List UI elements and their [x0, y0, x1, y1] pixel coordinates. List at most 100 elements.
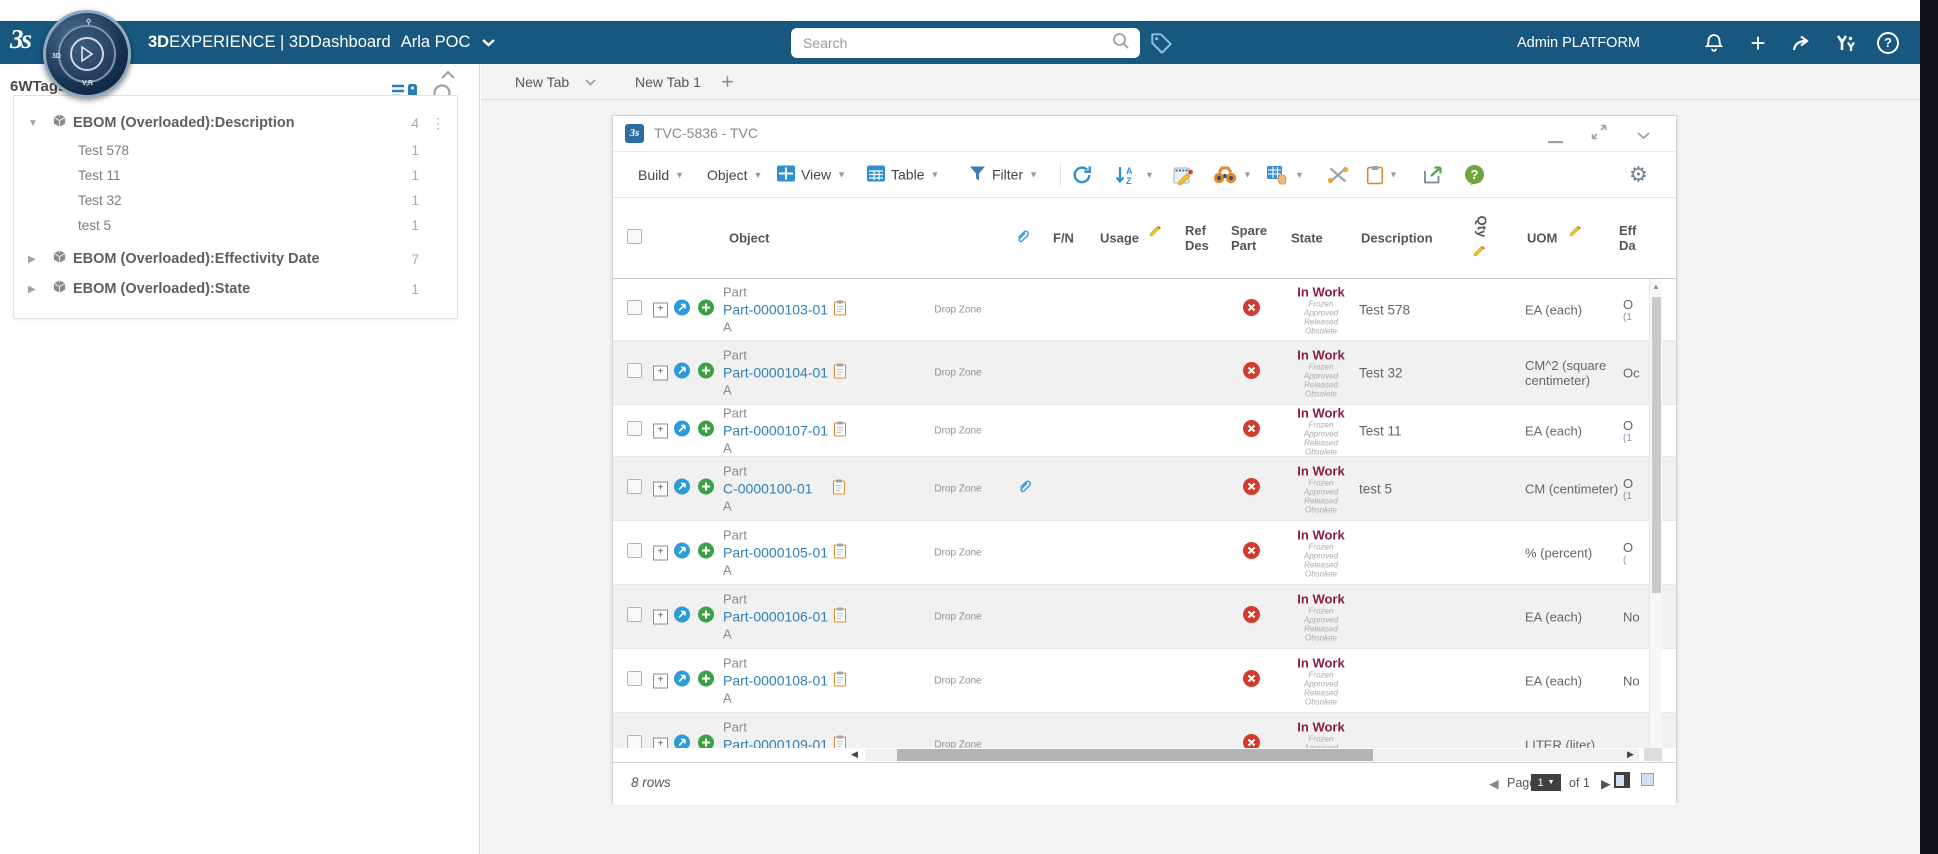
maximize-icon[interactable]: [1591, 124, 1607, 145]
table-row[interactable]: + Part Part-0000107-01 A Drop Zone In Wo…: [613, 405, 1676, 457]
compass-play-icon[interactable]: [70, 37, 104, 71]
drop-zone[interactable]: Drop Zone: [883, 483, 1033, 494]
add-tab-button[interactable]: +: [721, 64, 734, 100]
full-list-view-icon[interactable]: [1641, 773, 1654, 786]
table-row[interactable]: + Part Part-0000105-01 A Drop Zone In Wo…: [613, 521, 1676, 585]
table-menu[interactable]: Table▼: [867, 165, 939, 184]
lifecycle-icon[interactable]: [674, 670, 690, 691]
search-icon[interactable]: [1112, 32, 1130, 55]
vertical-scrollbar[interactable]: ▲: [1649, 279, 1662, 748]
col-qty[interactable]: Qty: [1474, 215, 1489, 237]
scroll-left-icon[interactable]: ◀: [851, 749, 858, 760]
list-item[interactable]: Test 578 1: [78, 138, 445, 163]
lifecycle-icon[interactable]: [674, 420, 690, 441]
col-usage[interactable]: Usage: [1100, 231, 1139, 246]
add-row-icon[interactable]: [698, 299, 714, 320]
clipboard-icon[interactable]: [834, 300, 846, 319]
col-eff-date[interactable]: EffDa: [1619, 223, 1636, 253]
triangle-down-icon[interactable]: ▼: [28, 118, 52, 129]
add-row-icon[interactable]: [698, 606, 714, 627]
sort-icon[interactable]: AZ ▼: [1113, 165, 1154, 185]
clipboard-icon[interactable]: [834, 543, 846, 562]
help-icon[interactable]: ?: [1874, 21, 1902, 64]
row-checkbox[interactable]: [627, 421, 642, 441]
col-ref-des[interactable]: RefDes: [1185, 223, 1209, 253]
drop-zone[interactable]: Drop Zone: [883, 739, 1033, 748]
part-link[interactable]: Part-0000104-01: [723, 365, 828, 381]
tag-group-effectivity-date[interactable]: ▶ EBOM (Overloaded):Effectivity Date 7: [28, 244, 445, 274]
part-link[interactable]: Part-0000109-01: [723, 737, 828, 749]
lifecycle-icon[interactable]: [674, 299, 690, 320]
mass-edit-icon[interactable]: [1173, 165, 1195, 185]
vertical-scrollbar-thumb[interactable]: [1652, 297, 1661, 593]
lifecycle-icon[interactable]: [674, 362, 690, 383]
add-row-icon[interactable]: [698, 362, 714, 383]
col-description[interactable]: Description: [1361, 231, 1433, 246]
part-link[interactable]: Part-0000107-01: [723, 423, 828, 439]
horizontal-scrollbar-thumb[interactable]: [897, 749, 1373, 761]
3dexperience-compass-logo[interactable]: 3D V,R ⚲: [43, 10, 131, 98]
disconnect-icon[interactable]: [1327, 165, 1349, 185]
table-row[interactable]: + Part Part-0000108-01 A Drop Zone In Wo…: [613, 649, 1676, 713]
col-attachment-paperclip-icon[interactable]: [1015, 228, 1031, 248]
col-fn[interactable]: F/N: [1053, 231, 1074, 246]
export-icon[interactable]: [1423, 166, 1443, 184]
drop-zone[interactable]: Drop Zone: [883, 425, 1033, 436]
row-checkbox[interactable]: [627, 607, 642, 627]
page-prev-icon[interactable]: ◀: [1489, 776, 1499, 791]
table-row[interactable]: + Part Part-0000103-01 A Drop Zone In Wo…: [613, 279, 1676, 341]
horizontal-scrollbar[interactable]: ◀ ▶: [613, 748, 1676, 762]
row-checkbox[interactable]: [627, 735, 642, 749]
list-item[interactable]: Test 11 1: [78, 163, 445, 188]
col-uom[interactable]: UOM: [1527, 231, 1557, 246]
tag-icon[interactable]: [1148, 21, 1176, 64]
row-checkbox[interactable]: [627, 363, 642, 383]
clipboard-icon[interactable]: [834, 607, 846, 626]
tag-group-description[interactable]: ▼ EBOM (Overloaded):Description 4 ⋮: [28, 108, 445, 138]
clipboard-icon[interactable]: [834, 671, 846, 690]
col-spare-part[interactable]: SparePart: [1231, 223, 1267, 253]
kebab-menu-icon[interactable]: ⋮: [419, 115, 445, 132]
drop-zone[interactable]: Drop Zone: [883, 304, 1033, 315]
scroll-right-icon[interactable]: ▶: [1627, 749, 1634, 760]
drop-zone[interactable]: Drop Zone: [883, 367, 1033, 378]
expand-icon[interactable]: +: [653, 609, 668, 624]
expand-icon[interactable]: +: [653, 365, 668, 380]
search-input[interactable]: [801, 34, 1112, 52]
filter-menu[interactable]: Filter▼: [969, 165, 1038, 184]
row-checkbox[interactable]: [627, 300, 642, 320]
part-link[interactable]: Part-0000103-01: [723, 302, 828, 318]
notification-bell-icon[interactable]: [1700, 21, 1728, 64]
table-row[interactable]: + Part C-0000100-01 A Drop Zone In Work …: [613, 457, 1676, 521]
attachment-paperclip-icon[interactable]: [1017, 478, 1033, 500]
object-menu[interactable]: Object▼: [707, 167, 762, 183]
part-link[interactable]: Part-0000105-01: [723, 545, 828, 561]
add-row-icon[interactable]: [698, 420, 714, 441]
part-link[interactable]: C-0000100-01: [723, 481, 813, 497]
clipboard-icon[interactable]: [834, 421, 846, 440]
lifecycle-icon[interactable]: [674, 542, 690, 563]
select-in-table-icon[interactable]: ▼: [1267, 165, 1304, 185]
table-row[interactable]: + Part Part-0000106-01 A Drop Zone In Wo…: [613, 585, 1676, 649]
uom-edit-pencil-icon[interactable]: [1569, 224, 1582, 240]
lifecycle-icon[interactable]: [674, 734, 690, 748]
drop-zone[interactable]: Drop Zone: [883, 547, 1033, 558]
page-next-icon[interactable]: ▶: [1601, 776, 1611, 791]
widget-chevron-down-icon[interactable]: [1637, 127, 1650, 145]
dashboard-name[interactable]: Arla POC: [401, 33, 471, 52]
user-name[interactable]: Admin PLATFORM: [1517, 21, 1640, 64]
list-item[interactable]: Test 32 1: [78, 188, 445, 213]
view-menu[interactable]: View▼: [777, 165, 846, 184]
add-content-icon[interactable]: +: [1744, 21, 1772, 64]
col-state[interactable]: State: [1291, 231, 1323, 246]
clipboard-icon[interactable]: [834, 363, 846, 382]
lifecycle-icon[interactable]: [674, 478, 690, 499]
expand-icon[interactable]: +: [653, 737, 668, 748]
tab-chevron-down-icon[interactable]: [585, 64, 596, 100]
triangle-right-icon[interactable]: ▶: [28, 284, 52, 295]
add-row-icon[interactable]: [698, 670, 714, 691]
minimize-icon[interactable]: [1548, 131, 1563, 149]
single-page-view-icon[interactable]: [1614, 772, 1630, 788]
row-checkbox[interactable]: [627, 543, 642, 563]
list-item[interactable]: test 5 1: [78, 213, 445, 238]
